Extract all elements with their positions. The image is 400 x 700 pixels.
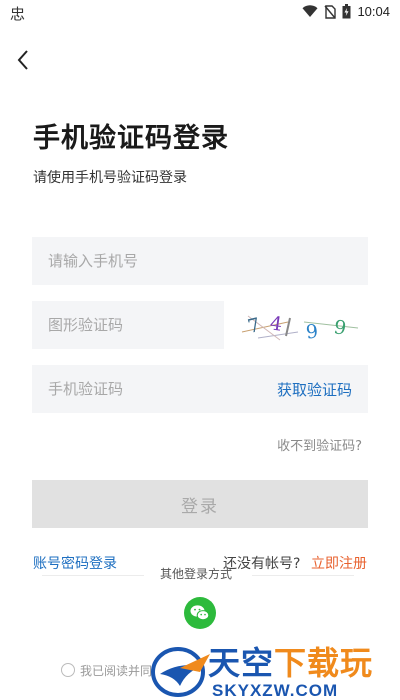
wechat-icon — [190, 605, 210, 621]
no-account-text: 还没有帐号? — [223, 556, 301, 572]
watermark-en-text: SKYXZW.COM — [212, 681, 339, 700]
captcha-image[interactable]: 7 4 9 9 — [238, 302, 362, 348]
chevron-left-icon — [17, 50, 28, 70]
captcha-glyph: 4 — [269, 312, 284, 335]
page-title: 手机验证码登录 — [33, 123, 229, 154]
watermark-logo-icon — [151, 647, 210, 697]
phone-field-container — [32, 237, 368, 285]
watermark-cn-accent: 下载玩 — [274, 644, 374, 682]
watermark-cn-main: 天空 — [208, 644, 275, 682]
captcha-glyph: 9 — [305, 320, 319, 343]
sms-field-container: 获取验证码 — [32, 365, 368, 413]
page-subtitle: 请使用手机号验证码登录 — [33, 170, 187, 186]
divider — [252, 575, 354, 576]
status-bar: 忠 10:04 — [0, 0, 400, 26]
login-button[interactable]: 登录 — [32, 480, 368, 528]
captcha-input[interactable] — [32, 301, 224, 349]
captcha-glyph: 7 — [246, 314, 263, 338]
agree-text: 我已阅读并同意 — [80, 664, 152, 678]
password-login-link[interactable]: 账号密码登录 — [33, 553, 117, 573]
battery-icon — [342, 4, 351, 19]
get-code-button[interactable]: 获取验证码 — [277, 379, 352, 400]
captcha-field-container — [32, 301, 224, 349]
register-link[interactable]: 立即注册 — [311, 553, 367, 573]
phone-input[interactable] — [32, 237, 368, 285]
no-code-link[interactable]: 收不到验证码? — [277, 435, 362, 454]
status-time: 10:04 — [357, 4, 390, 19]
other-login-label: 其他登录方式 — [160, 567, 233, 581]
wifi-icon — [302, 5, 318, 17]
agree-checkbox[interactable] — [61, 663, 75, 677]
app-notification-icon: 忠 — [10, 5, 26, 23]
sms-code-input[interactable] — [32, 365, 262, 413]
wechat-login-button[interactable] — [184, 597, 216, 629]
status-indicators: 10:04 — [302, 4, 390, 19]
captcha-glyph: 9 — [332, 316, 348, 340]
no-sim-icon — [324, 4, 337, 19]
site-watermark: 天空下载玩 SKYXZW.COM — [150, 638, 400, 700]
divider — [42, 575, 144, 576]
watermark-cn-text: 天空下载玩 — [208, 638, 373, 684]
back-button[interactable] — [12, 46, 36, 74]
